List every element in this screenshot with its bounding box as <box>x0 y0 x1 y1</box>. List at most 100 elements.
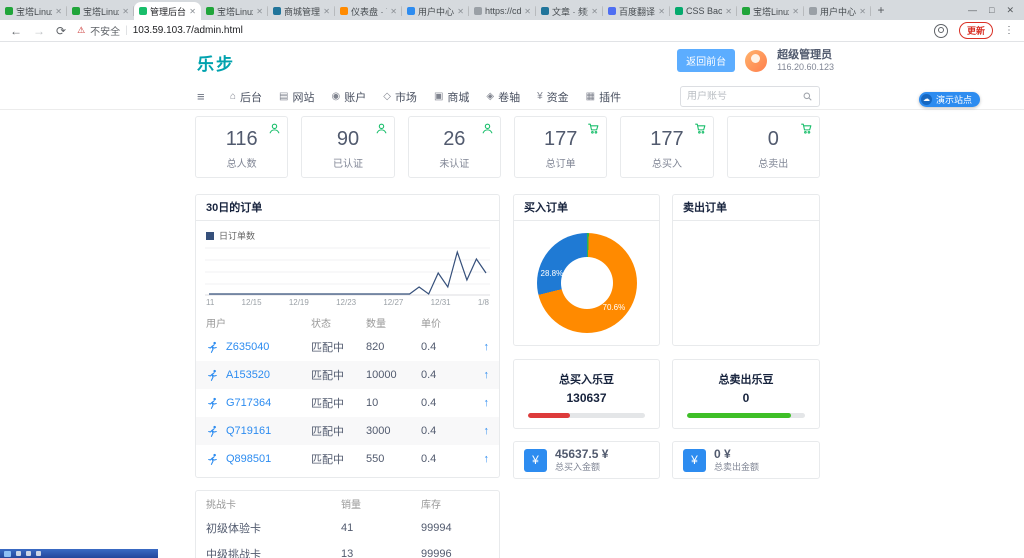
tab-title: 百度翻译-2 <box>619 6 656 17</box>
tab-close-icon[interactable]: ✕ <box>390 7 397 16</box>
tab-favicon <box>206 7 214 15</box>
tab-close-icon[interactable]: ✕ <box>323 7 330 16</box>
tab-close-icon[interactable]: ✕ <box>122 7 129 16</box>
orders-line-path <box>209 249 487 295</box>
nav-item-plugins[interactable]: ▦ 插件 <box>586 89 621 105</box>
floating-demo-badge[interactable]: ☁ 演示站点 <box>918 92 980 107</box>
nav-item-account[interactable]: ◉ 账户 <box>332 89 367 105</box>
browser-tab[interactable]: 文章 · 频道 ✕ <box>536 2 603 20</box>
admin-avatar[interactable] <box>745 49 768 72</box>
browser-tab[interactable]: https://cdn ✕ <box>469 2 536 20</box>
legend-label: 日订单数 <box>219 231 256 241</box>
browser-tab[interactable]: 百度翻译-2 ✕ <box>603 2 670 20</box>
tab-close-icon[interactable]: ✕ <box>55 7 62 16</box>
username-link[interactable]: A153520 <box>226 369 270 381</box>
site-logo[interactable]: 乐步 <box>197 50 235 75</box>
taskbar-app-icon[interactable] <box>16 551 21 556</box>
sell-beans-panel: 总卖出乐豆 0 <box>672 359 820 429</box>
buy-orders-donut: 28.8% 70.6% <box>536 233 637 333</box>
x-tick: 12/31 <box>430 298 451 307</box>
taskbar-app-icon[interactable] <box>26 551 31 556</box>
profile-icon[interactable] <box>933 23 948 38</box>
back-button[interactable]: ← <box>10 24 22 38</box>
tab-close-icon[interactable]: ✕ <box>524 7 531 16</box>
window-maximize-icon[interactable]: □ <box>989 5 994 16</box>
windows-taskbar[interactable] <box>0 549 158 558</box>
username-link[interactable]: Z635040 <box>226 341 269 353</box>
browser-tab[interactable]: 宝塔Linux面 ✕ <box>737 2 804 20</box>
browser-tab[interactable]: 商城管理 - ✕ <box>268 2 335 20</box>
username-link[interactable]: Q719161 <box>226 425 271 437</box>
promote-icon[interactable]: ↑ <box>466 341 490 353</box>
cell-qty: 10000 <box>366 369 397 381</box>
col-status: 状态 <box>311 318 331 330</box>
browser-tab[interactable]: 用户中心-新 ✕ <box>402 2 469 20</box>
promote-icon[interactable]: ↑ <box>466 453 490 465</box>
tab-close-icon[interactable]: ✕ <box>658 7 665 16</box>
window-close-icon[interactable]: ✕ <box>1006 5 1014 16</box>
promote-icon[interactable]: ↑ <box>466 425 490 437</box>
promote-icon[interactable]: ↑ <box>466 397 490 409</box>
taskbar-app-icon[interactable] <box>36 551 41 556</box>
buy-column: 买入订单 28.8% 70.6% 总买入乐豆 130637 ¥ 45637.5 … <box>513 194 660 479</box>
search-icon[interactable] <box>802 91 813 102</box>
tab-close-icon[interactable]: ✕ <box>457 7 464 16</box>
browser-tab-active[interactable]: 管理后台 ✕ <box>134 2 201 20</box>
nav-item-scroll[interactable]: ◈ 卷轴 <box>486 89 520 105</box>
left-column: 30日的订单 日订单数 11 12/15 12/19 12/23 12/27 1… <box>195 194 500 558</box>
nav-item-dashboard[interactable]: ⌂ 后台 <box>230 89 262 105</box>
browser-tab[interactable]: 宝塔Linux面 ✕ <box>201 2 268 20</box>
start-button-icon[interactable] <box>4 550 11 557</box>
cell-user: G717364 <box>206 397 311 410</box>
nav-item-market[interactable]: ◇ 市场 <box>383 89 417 105</box>
tab-title: 宝塔Linux面 <box>753 6 789 17</box>
reload-button[interactable]: ⟳ <box>56 24 66 38</box>
search-input[interactable] <box>687 91 802 102</box>
tab-close-icon[interactable]: ✕ <box>725 7 732 16</box>
tab-close-icon[interactable]: ✕ <box>256 7 263 16</box>
cell-price: 0.4 <box>421 453 437 465</box>
donut-label-orange: 70.6% <box>602 303 626 312</box>
user-icon: ◉ <box>331 91 341 102</box>
url-text[interactable]: 103.59.103.7/admin.html <box>133 25 243 36</box>
forward-button[interactable]: → <box>33 24 45 38</box>
nav-item-mall[interactable]: ▣ 商城 <box>434 89 469 105</box>
promote-icon[interactable]: ↑ <box>466 369 490 381</box>
col-card-sales: 销量 <box>341 499 361 511</box>
new-tab-button[interactable]: + <box>871 2 891 20</box>
cell-price: 0.4 <box>421 425 437 437</box>
tab-close-icon[interactable]: ✕ <box>591 7 598 16</box>
back-to-front-button[interactable]: 返回前台 <box>677 49 736 73</box>
ticket-icon: ◈ <box>486 91 495 102</box>
menu-toggle-icon[interactable]: ≡ <box>197 89 205 104</box>
browser-tab[interactable]: 宝塔Linux面 ✕ <box>0 2 67 20</box>
buy-beans-progress-fill <box>528 413 571 418</box>
cell-qty: 550 <box>366 453 385 465</box>
site-icon: ▤ <box>279 91 289 102</box>
panel-title: 30日的订单 <box>196 195 499 221</box>
username-link[interactable]: G717364 <box>226 397 271 409</box>
tab-favicon <box>809 7 817 15</box>
nav-item-website[interactable]: ▤ 网站 <box>279 89 314 105</box>
browser-tab[interactable]: 宝塔Linux面 ✕ <box>67 2 134 20</box>
chrome-update-button[interactable]: 更新 <box>958 22 993 39</box>
address-bar[interactable]: ⚠ 不安全 | 103.59.103.7/admin.html <box>77 23 923 38</box>
browser-menu-icon[interactable]: ⋮ <box>1004 25 1014 36</box>
tab-title: 仪表盘 · 商 <box>351 6 387 17</box>
buy-amount-info: 45637.5 ¥ 总买入金额 <box>555 447 608 473</box>
admin-info[interactable]: 超级管理员 116.20.60.123 <box>777 49 834 73</box>
window-minimize-icon[interactable]: — <box>968 5 977 16</box>
tab-close-icon[interactable]: ✕ <box>859 7 866 16</box>
cell-status: 匹配中 <box>311 426 344 438</box>
chart-legend[interactable]: 日订单数 <box>206 229 499 242</box>
search-box[interactable] <box>680 86 820 107</box>
tab-close-icon[interactable]: ✕ <box>792 7 799 16</box>
nav-item-funds[interactable]: ¥ 资金 <box>537 89 569 105</box>
security-label[interactable]: 不安全 <box>90 23 120 38</box>
tab-close-icon[interactable]: ✕ <box>189 7 196 16</box>
browser-tab[interactable]: CSS Backgro ✕ <box>670 2 737 20</box>
username-link[interactable]: Q898501 <box>226 453 271 465</box>
cart-icon <box>800 122 813 135</box>
browser-tab[interactable]: 仪表盘 · 商 ✕ <box>335 2 402 20</box>
browser-tab[interactable]: 用户中心 - 3 ✕ <box>804 2 871 20</box>
